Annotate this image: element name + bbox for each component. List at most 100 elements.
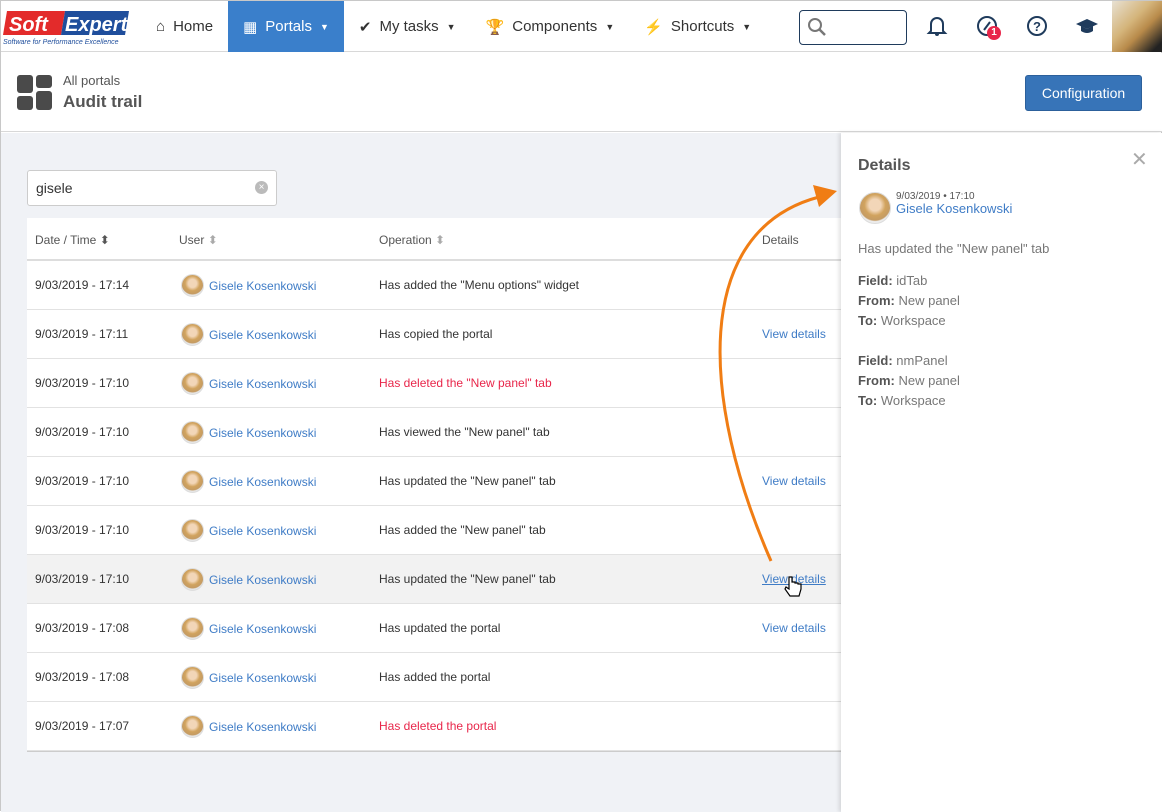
panel-title: Details (858, 157, 911, 174)
svg-text:Soft: Soft (9, 14, 49, 36)
view-details-link[interactable]: View details (762, 621, 826, 635)
table-row[interactable]: 9/03/2019 - 17:14 Gisele Kosenkowski Has… (27, 261, 841, 310)
user-avatar (181, 666, 204, 689)
column-date[interactable]: Date / Time ⬍ (35, 233, 110, 247)
row-operation: Has deleted the portal (379, 719, 497, 733)
row-operation: Has added the "Menu options" widget (379, 278, 579, 292)
row-operation: Has updated the "New panel" tab (379, 572, 556, 586)
row-operation: Has updated the "New panel" tab (379, 474, 556, 488)
view-details-link[interactable]: View details (762, 327, 826, 341)
row-date: 9/03/2019 - 17:10 (35, 572, 130, 586)
table-row[interactable]: 9/03/2019 - 17:08 Gisele Kosenkowski Has… (27, 653, 841, 702)
nav-home[interactable]: ⌂ Home (141, 1, 228, 52)
table-row[interactable]: 9/03/2019 - 17:10 Gisele Kosenkowski Has… (27, 555, 841, 604)
to-value: Workspace (880, 393, 946, 408)
clear-icon[interactable]: × (255, 181, 268, 194)
user-avatar (181, 372, 204, 395)
table-row[interactable]: 9/03/2019 - 17:08 Gisele Kosenkowski Has… (27, 604, 841, 653)
table-row[interactable]: 9/03/2019 - 17:11 Gisele Kosenkowski Has… (27, 310, 841, 359)
softexpert-logo[interactable]: Soft Expert Software for Performance Exc… (3, 9, 133, 47)
graduation-cap-icon[interactable] (1076, 15, 1098, 37)
main-content: gisele × Date / Time ⬍ User ⬍ Operation ⬍… (1, 133, 841, 812)
user-avatar (181, 323, 204, 346)
help-icon[interactable]: ? (1026, 15, 1048, 37)
row-user-link[interactable]: Gisele Kosenkowski (209, 377, 316, 391)
filter-input[interactable]: gisele × (27, 170, 277, 206)
table-row[interactable]: 9/03/2019 - 17:10 Gisele Kosenkowski Has… (27, 408, 841, 457)
row-user-link[interactable]: Gisele Kosenkowski (209, 475, 316, 489)
top-navbar: Soft Expert Software for Performance Exc… (1, 1, 1162, 52)
table-row[interactable]: 9/03/2019 - 17:07 Gisele Kosenkowski Has… (27, 702, 841, 751)
row-date: 9/03/2019 - 17:08 (35, 621, 130, 635)
breadcrumb[interactable]: All portals (63, 73, 120, 88)
page-title: Audit trail (63, 92, 143, 111)
user-avatar[interactable] (1112, 1, 1162, 52)
row-user-link[interactable]: Gisele Kosenkowski (209, 720, 316, 734)
user-avatar (181, 274, 204, 297)
nav-components[interactable]: 🏆 Components ▼ (471, 1, 630, 52)
user-avatar (181, 715, 204, 738)
row-user-link[interactable]: Gisele Kosenkowski (209, 622, 316, 636)
nav-label: Home (173, 18, 214, 35)
table-row[interactable]: 9/03/2019 - 17:10 Gisele Kosenkowski Has… (27, 506, 841, 555)
bell-icon[interactable] (926, 15, 948, 37)
check-icon: ✔ (358, 18, 372, 36)
from-value: New panel (898, 293, 960, 308)
row-user-link[interactable]: Gisele Kosenkowski (209, 524, 316, 538)
row-date: 9/03/2019 - 17:10 (35, 376, 130, 390)
chevron-down-icon: ▼ (446, 21, 456, 32)
filter-value: gisele (36, 180, 73, 196)
configuration-button[interactable]: Configuration (1025, 75, 1142, 111)
bolt-icon: ⚡ (644, 18, 663, 36)
row-date: 9/03/2019 - 17:07 (35, 719, 130, 733)
row-date: 9/03/2019 - 17:08 (35, 670, 130, 684)
to-value: Workspace (880, 313, 946, 328)
panel-user-avatar (859, 192, 891, 224)
table-row[interactable]: 9/03/2019 - 17:10 Gisele Kosenkowski Has… (27, 359, 841, 408)
view-details-link[interactable]: View details (762, 474, 826, 488)
column-user[interactable]: User ⬍ (179, 233, 218, 247)
nav-label: Components (512, 18, 598, 35)
svg-text:?: ? (1033, 19, 1041, 34)
row-user-link[interactable]: Gisele Kosenkowski (209, 426, 316, 440)
column-operation[interactable]: Operation ⬍ (379, 233, 445, 247)
nav-label: My tasks (379, 18, 439, 35)
row-date: 9/03/2019 - 17:10 (35, 523, 130, 537)
row-date: 9/03/2019 - 17:10 (35, 474, 130, 488)
chevron-down-icon: ▼ (319, 21, 329, 32)
search-input[interactable] (799, 10, 907, 45)
row-operation: Has updated the portal (379, 621, 501, 635)
notification-badge: 1 (987, 26, 1001, 40)
close-icon[interactable]: ✕ (1131, 147, 1148, 172)
row-user-link[interactable]: Gisele Kosenkowski (209, 573, 316, 587)
row-user-link[interactable]: Gisele Kosenkowski (209, 328, 316, 342)
compass-button[interactable]: 1 (976, 15, 1001, 40)
page-header: All portals Audit trail Configuration (1, 53, 1162, 132)
row-operation: Has added the portal (379, 670, 491, 684)
nav-my-tasks[interactable]: ✔ My tasks ▼ (344, 1, 471, 52)
home-icon: ⌂ (156, 18, 166, 35)
column-details: Details (762, 233, 799, 247)
nav-label: Shortcuts (670, 18, 735, 35)
table-row[interactable]: 9/03/2019 - 17:10 Gisele Kosenkowski Has… (27, 457, 841, 506)
portal-grid-icon (17, 75, 52, 110)
panel-operation: Has updated the "New panel" tab (858, 241, 1050, 256)
user-avatar (181, 519, 204, 542)
change-block: Field: nmPanel From: New panel To: Works… (858, 353, 960, 408)
table-header: Date / Time ⬍ User ⬍ Operation ⬍ Details (27, 218, 841, 261)
chevron-down-icon: ▼ (605, 21, 615, 32)
row-user-link[interactable]: Gisele Kosenkowski (209, 279, 316, 293)
svg-text:Software for Performance Excel: Software for Performance Excellence (3, 39, 119, 46)
nav-shortcuts[interactable]: ⚡ Shortcuts ▼ (629, 1, 766, 52)
row-operation: Has viewed the "New panel" tab (379, 425, 550, 439)
row-user-link[interactable]: Gisele Kosenkowski (209, 671, 316, 685)
panel-user-link[interactable]: Gisele Kosenkowski (896, 201, 1012, 216)
user-avatar (181, 470, 204, 493)
row-operation: Has copied the portal (379, 327, 493, 341)
trophy-icon: 🏆 (485, 18, 505, 36)
nav-portals[interactable]: ▦ Portals ▼ (228, 1, 344, 52)
from-value: New panel (898, 373, 960, 388)
svg-text:Expert: Expert (65, 14, 129, 36)
user-avatar (181, 568, 204, 591)
nav-label: Portals (265, 18, 312, 35)
